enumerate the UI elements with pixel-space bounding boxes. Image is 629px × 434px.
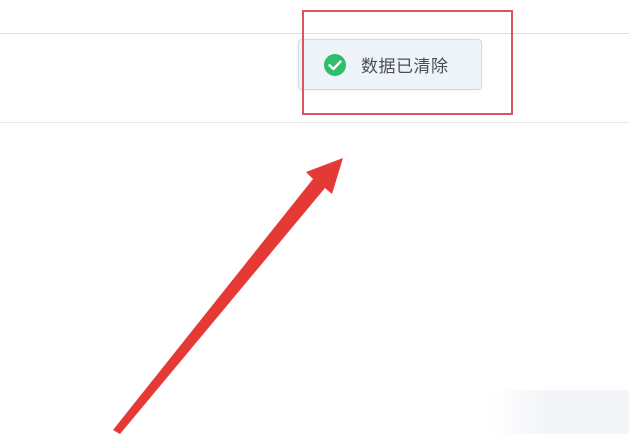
corner-shade <box>490 390 629 434</box>
pointer-arrow-icon <box>113 158 343 434</box>
